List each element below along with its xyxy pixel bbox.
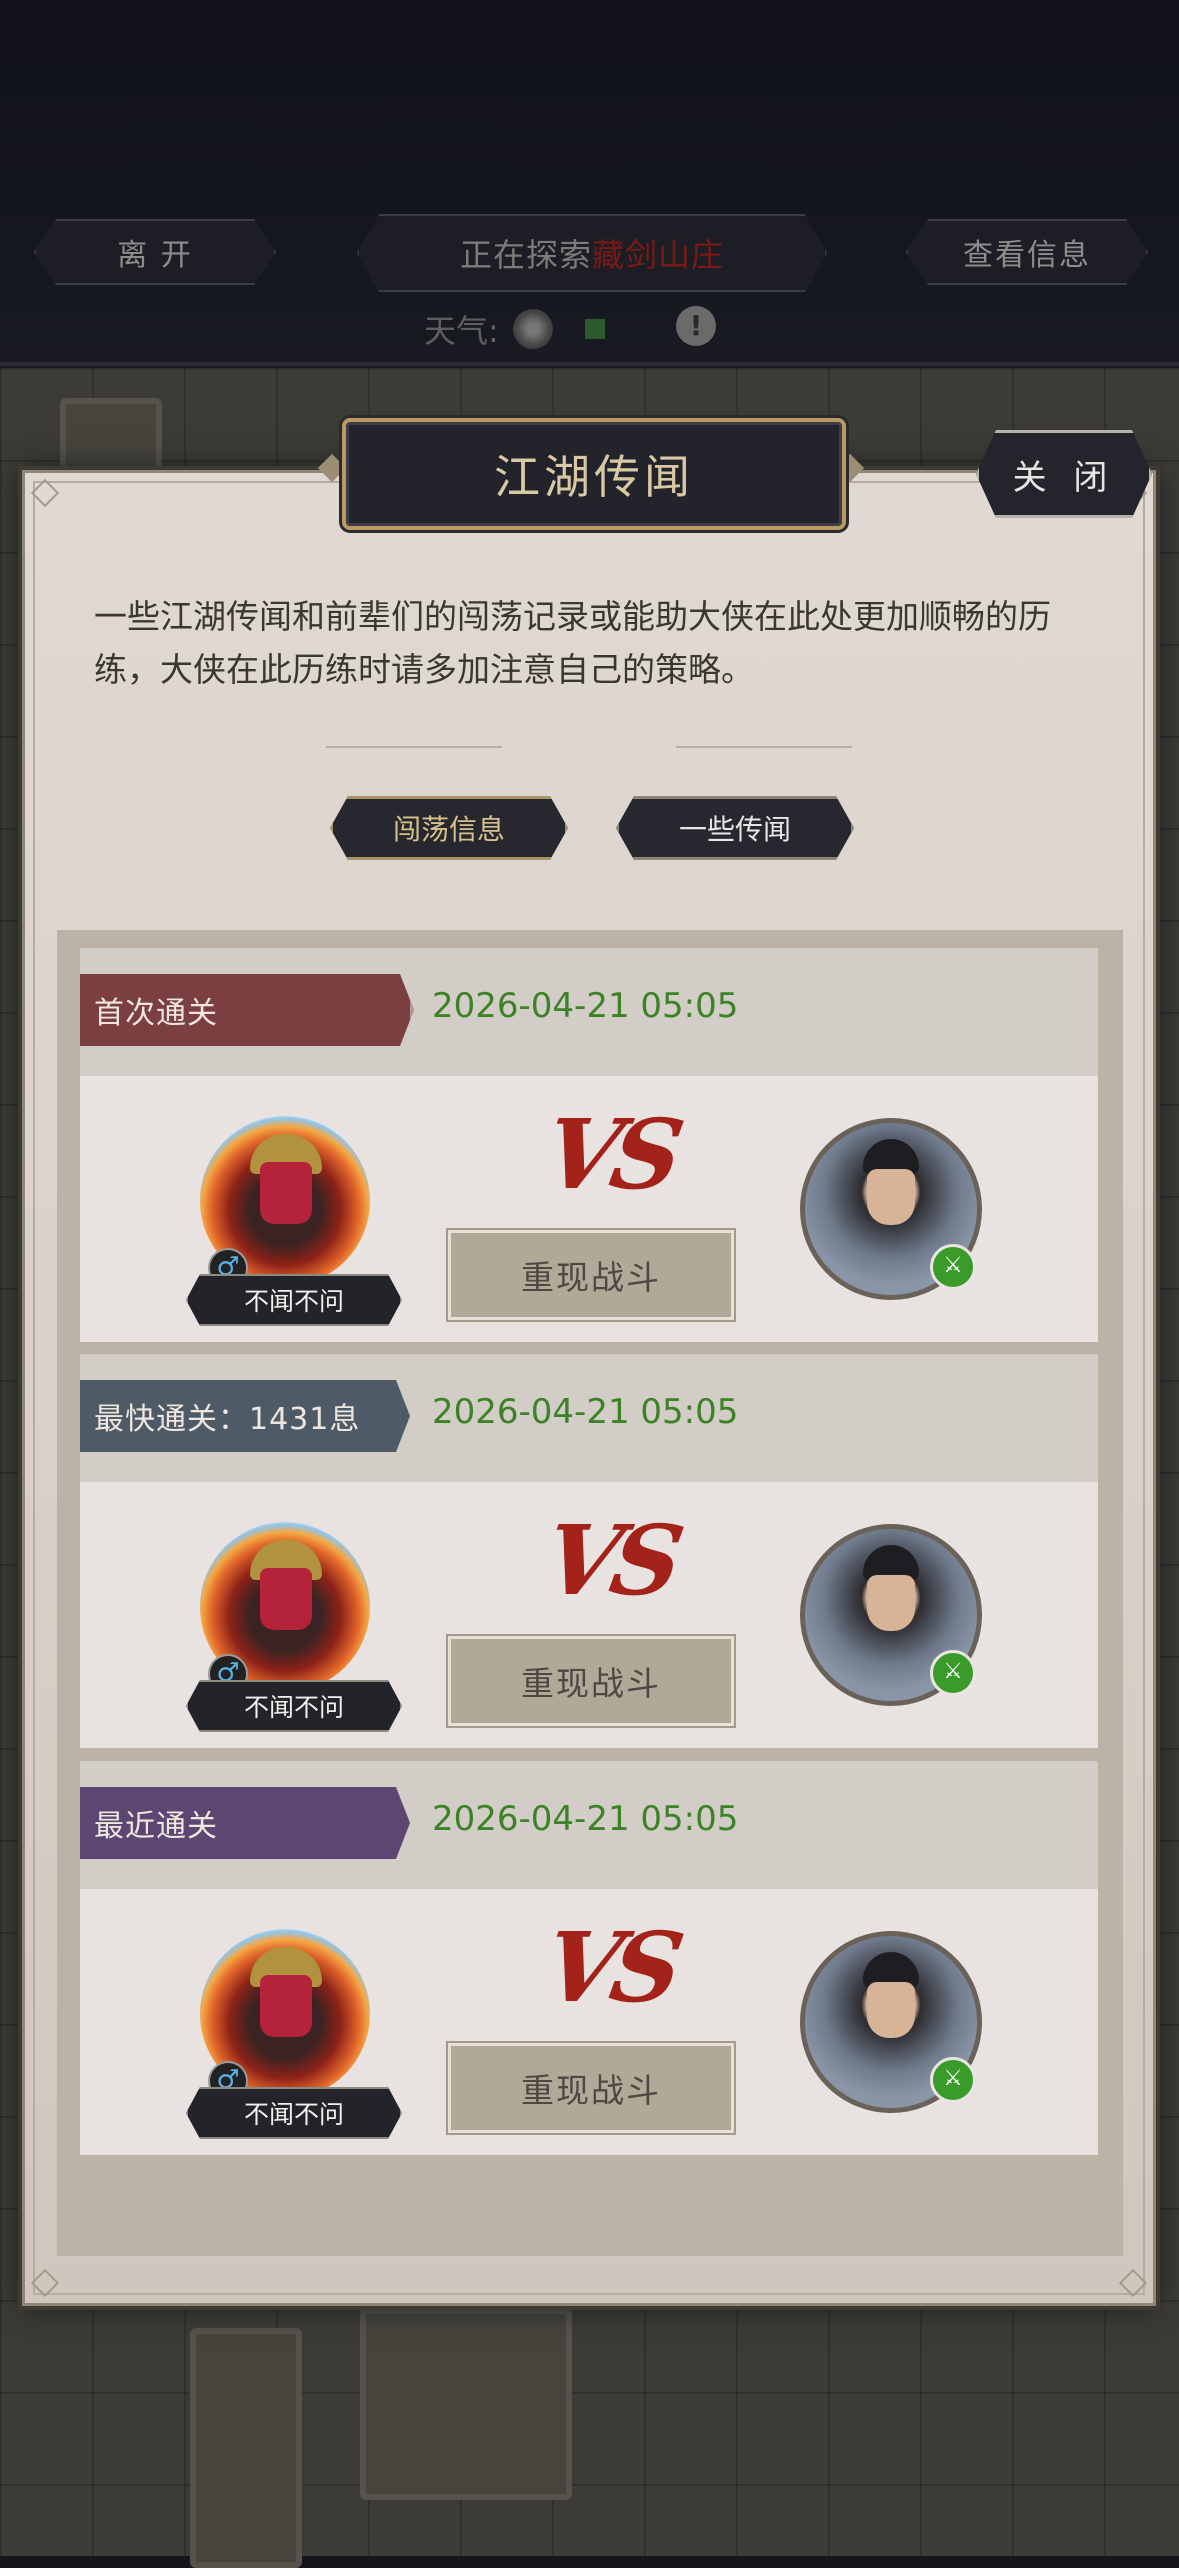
tab-rumors[interactable]: 一些传闻 (616, 796, 854, 860)
record-tag: 最快通关：1431息 (80, 1380, 410, 1452)
record-tag: 最近通关 (80, 1787, 410, 1859)
player-name: 不闻不问 (243, 2100, 344, 2129)
record-date: 2026-04-21 05:05 (432, 1799, 739, 1839)
record-card-header: 最近通关 2026-04-21 05:05 (80, 1761, 1098, 1889)
record-card-header: 首次通关 2026-04-21 05:05 (80, 948, 1098, 1076)
tab-rumors-label: 一些传闻 (678, 813, 791, 846)
map-wall (190, 2328, 302, 2568)
replay-battle-button[interactable]: 重现战斗 (448, 1230, 734, 1320)
view-info-label: 查看信息 (963, 238, 1091, 273)
divider-left (326, 746, 502, 748)
avatar-mask (260, 1162, 312, 1224)
vs-emblem: VS (536, 1911, 684, 2024)
record-card-fastest-clear: 最快通关：1431息 2026-04-21 05:05 ♂ 不闻不问 VS 重现… (80, 1354, 1098, 1748)
player-name: 不闻不问 (243, 1693, 344, 1722)
replay-battle-label: 重现战斗 (521, 1664, 661, 1703)
weather-status-icon (584, 319, 605, 339)
player-name: 不闻不问 (243, 1287, 344, 1316)
record-card-header: 最快通关：1431息 2026-04-21 05:05 (80, 1354, 1098, 1482)
panel-title-text: 江湖传闻 (494, 450, 694, 504)
weather-indicator: 天气: (424, 306, 605, 352)
avatar-face (867, 1575, 915, 1631)
replay-battle-button[interactable]: 重现战斗 (448, 2043, 734, 2133)
replay-battle-button[interactable]: 重现战斗 (448, 1636, 734, 1726)
weather-cloud-icon (512, 309, 553, 349)
record-card-latest-clear: 最近通关 2026-04-21 05:05 ♂ 不闻不问 VS 重现战斗 ⚔ (80, 1761, 1098, 2155)
replay-battle-label: 重现战斗 (521, 1258, 661, 1297)
record-tag: 首次通关 (80, 974, 414, 1046)
tab-exploration-info[interactable]: 闯荡信息 (330, 796, 568, 860)
top-bar-divider (0, 362, 1179, 366)
view-info-button[interactable]: 查看信息 (906, 219, 1148, 285)
vs-emblem: VS (536, 1504, 684, 1617)
vs-emblem: VS (536, 1098, 684, 1211)
player-name-tag: 不闻不问 (186, 1680, 402, 1732)
record-date: 2026-04-21 05:05 (432, 1392, 739, 1432)
avatar-mask (260, 1975, 312, 2037)
exploring-banner: 正在探索 藏剑山庄 (357, 214, 827, 292)
tab-exploration-info-label: 闯荡信息 (392, 813, 505, 846)
exploring-location: 藏剑山庄 (592, 236, 725, 274)
avatar-face (867, 1982, 915, 2038)
record-card-first-clear: 首次通关 2026-04-21 05:05 ♂ 不闻不问 VS 重现战斗 ⚔ (80, 948, 1098, 1342)
exploring-prefix: 正在探索 (459, 236, 592, 274)
close-button-label: 关 闭 (1012, 457, 1116, 498)
avatar-mask (260, 1568, 312, 1630)
panel-title: 江湖传闻 (342, 418, 846, 530)
panel-description: 一些江湖传闻和前辈们的闯荡记录或能助大侠在此处更加顺畅的历练，大侠在此历练时请多… (94, 597, 1051, 689)
close-button[interactable]: 关 闭 (976, 430, 1152, 518)
leave-button[interactable]: 离 开 (34, 219, 276, 285)
warning-icon[interactable]: ! (676, 306, 716, 346)
sword-icon: ⚔ (930, 1244, 976, 1290)
sword-icon: ⚔ (930, 2057, 976, 2103)
replay-battle-label: 重现战斗 (521, 2071, 661, 2110)
weather-label: 天气: (424, 312, 499, 350)
divider-right (676, 746, 852, 748)
player-name-tag: 不闻不问 (186, 1274, 402, 1326)
record-date: 2026-04-21 05:05 (432, 986, 739, 1026)
sword-icon: ⚔ (930, 1650, 976, 1696)
leave-button-label: 离 开 (117, 238, 193, 273)
avatar-face (867, 1169, 915, 1225)
player-name-tag: 不闻不问 (186, 2087, 402, 2139)
map-statue (360, 2308, 572, 2500)
